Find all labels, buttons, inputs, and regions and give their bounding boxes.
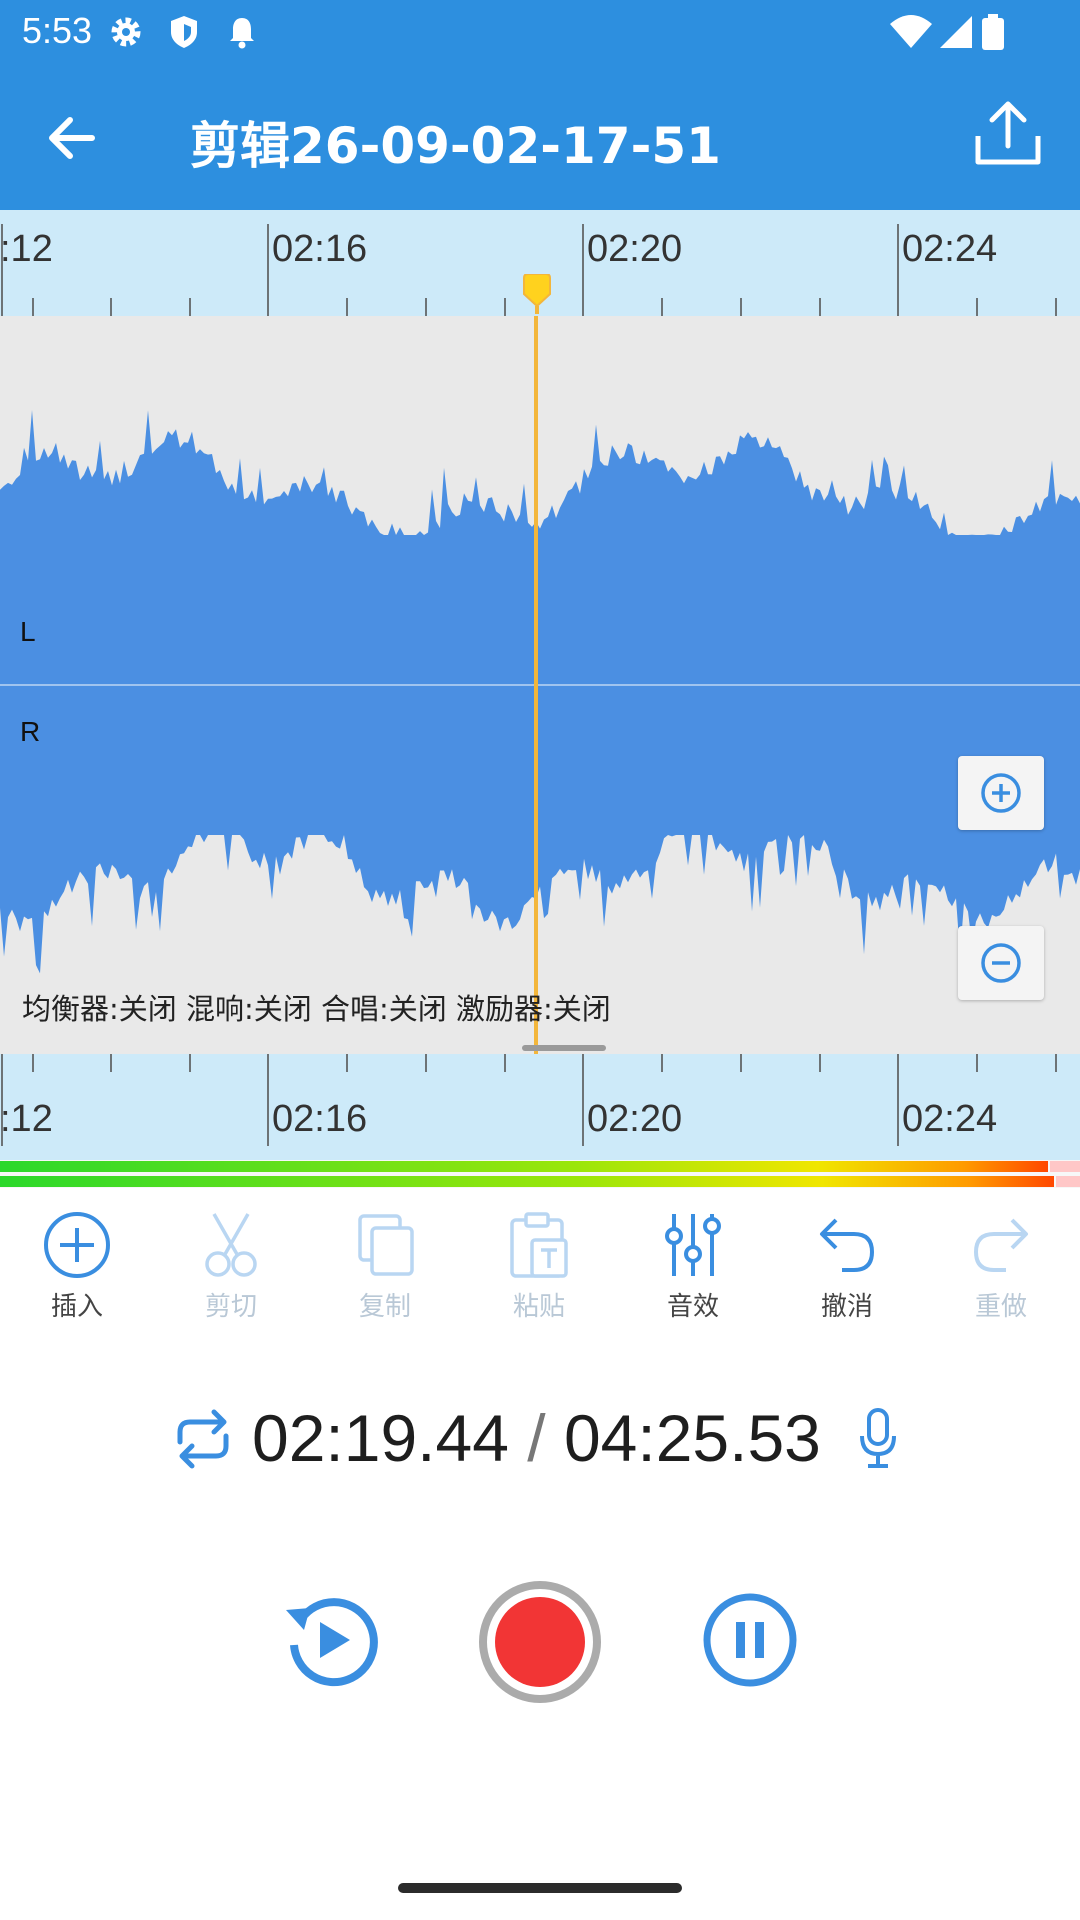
notification-bell-icon bbox=[230, 18, 254, 49]
effects-button[interactable]: 音效 bbox=[616, 1200, 770, 1340]
undo-icon bbox=[820, 1218, 875, 1272]
tick-label: 02:16 bbox=[272, 1098, 368, 1140]
waveform-editor[interactable]: L R 均衡器:关闭 混响:关闭 合唱:关闭 激励器:关闭 bbox=[0, 316, 1080, 1054]
copy-button[interactable]: 复制 bbox=[308, 1200, 462, 1340]
insert-button[interactable]: 插入 bbox=[0, 1200, 154, 1340]
wifi-icon bbox=[890, 15, 932, 48]
status-time: 5:53 bbox=[22, 10, 93, 51]
redo-label: 重做 bbox=[974, 1292, 1027, 1322]
zoom-out-minus-icon bbox=[981, 943, 1021, 983]
microphone-icon[interactable] bbox=[858, 1406, 898, 1472]
tick-label: 02:20 bbox=[587, 1098, 683, 1140]
undo-button[interactable]: 撤消 bbox=[770, 1200, 924, 1340]
paste-label: 粘贴 bbox=[512, 1292, 565, 1322]
channel-right-label: R bbox=[20, 716, 41, 747]
current-time: 02:19.44 bbox=[252, 1401, 509, 1475]
total-time: 04:25.53 bbox=[563, 1401, 821, 1475]
tick-label: 02:20 bbox=[587, 228, 683, 270]
time-readout: 02:19.44 / 04:25.53 bbox=[252, 1400, 821, 1476]
loop-repeat-icon[interactable] bbox=[170, 1406, 236, 1472]
waveform-graphic bbox=[0, 316, 1080, 1054]
zoom-in-button[interactable] bbox=[958, 756, 1044, 830]
timeline-ruler-bottom[interactable]: :12 02:16 02:20 02:24 bbox=[0, 1054, 1080, 1160]
insert-plus-circle-icon bbox=[44, 1212, 110, 1278]
record-icon[interactable] bbox=[478, 1580, 602, 1704]
battery-icon bbox=[982, 14, 1004, 50]
cut-button[interactable]: 剪切 bbox=[154, 1200, 308, 1340]
zoom-out-button[interactable] bbox=[958, 926, 1044, 1000]
time-separator: / bbox=[527, 1401, 546, 1475]
pause-icon[interactable] bbox=[700, 1590, 800, 1690]
resize-drag-handle[interactable] bbox=[522, 1045, 606, 1051]
tick-label: :12 bbox=[0, 228, 53, 270]
settings-icon bbox=[111, 17, 141, 47]
channel-left-label: L bbox=[20, 616, 36, 647]
page-title: 剪辑26-09-02-17-51 bbox=[190, 117, 721, 175]
effects-status-text: 均衡器:关闭 混响:关闭 合唱:关闭 激励器:关闭 bbox=[22, 992, 611, 1026]
transport-controls bbox=[0, 1580, 1080, 1703]
app-bar: 剪辑26-09-02-17-51 bbox=[0, 66, 1080, 210]
tick-label: 02:16 bbox=[272, 228, 368, 270]
redo-icon bbox=[973, 1218, 1028, 1272]
edit-toolbar: 插入 剪切 复制 粘贴 音效 撤消 重做 bbox=[0, 1200, 1080, 1340]
zoom-in-plus-icon bbox=[981, 773, 1021, 813]
playhead-marker-icon[interactable] bbox=[522, 274, 552, 314]
undo-label: 撤消 bbox=[820, 1292, 873, 1322]
replay-icon[interactable] bbox=[280, 1590, 380, 1690]
insert-label: 插入 bbox=[50, 1292, 103, 1322]
tick-label: 02:24 bbox=[902, 228, 998, 270]
arrow-left-icon[interactable] bbox=[40, 106, 104, 170]
redo-button[interactable]: 重做 bbox=[924, 1200, 1078, 1340]
equalizer-sliders-icon bbox=[665, 1214, 721, 1276]
playback-time-row: 02:19.44 / 04:25.53 bbox=[0, 1400, 1080, 1480]
scissors-icon bbox=[205, 1213, 257, 1277]
system-home-indicator[interactable] bbox=[398, 1883, 682, 1893]
share-upload-icon[interactable] bbox=[970, 96, 1046, 172]
cellular-signal-icon bbox=[940, 16, 972, 48]
tick-label: :12 bbox=[0, 1098, 53, 1140]
effects-label: 音效 bbox=[666, 1292, 719, 1322]
copy-label: 复制 bbox=[358, 1292, 411, 1322]
status-bar: 5:53 bbox=[0, 0, 1080, 66]
cut-label: 剪切 bbox=[204, 1292, 257, 1322]
paste-clipboard-icon bbox=[510, 1212, 568, 1278]
level-meter bbox=[0, 1160, 1080, 1188]
paste-button[interactable]: 粘贴 bbox=[462, 1200, 616, 1340]
tick-label: 02:24 bbox=[902, 1098, 998, 1140]
shield-icon bbox=[171, 16, 197, 48]
copy-icon bbox=[358, 1214, 414, 1276]
